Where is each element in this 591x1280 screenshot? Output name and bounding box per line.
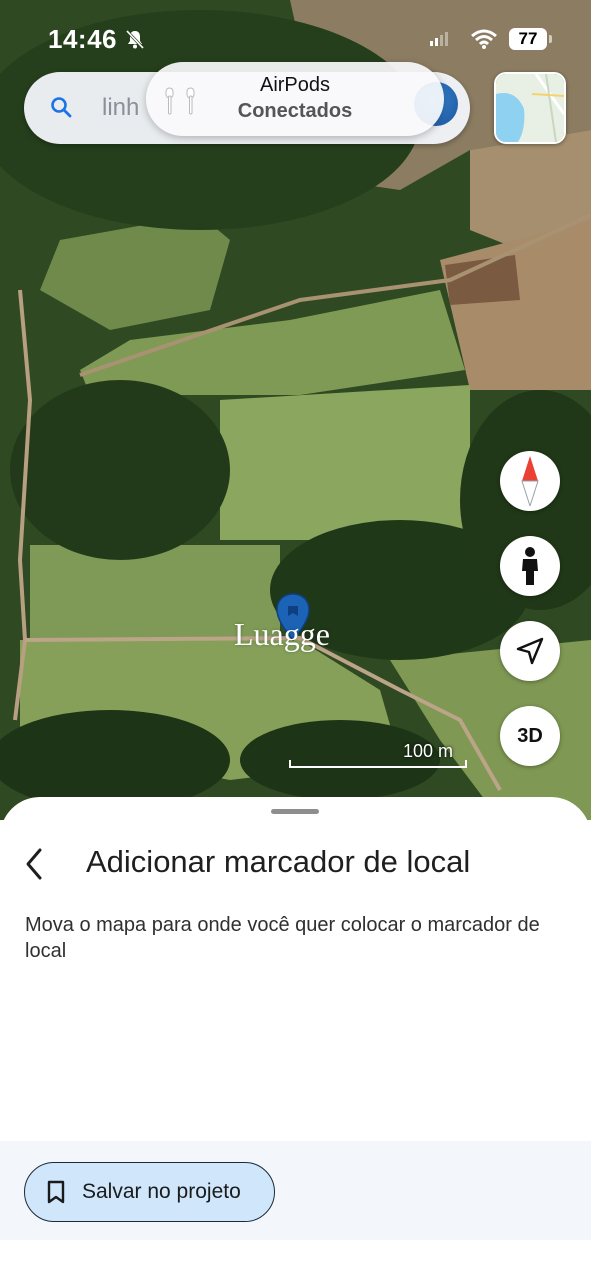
- status-time: 14:46: [48, 24, 117, 54]
- search-icon[interactable]: [50, 96, 72, 123]
- scale-bar: [289, 760, 467, 768]
- battery-tip: [549, 35, 552, 43]
- sheet-description: Mova o mapa para onde você quer colocar …: [25, 914, 540, 962]
- toggle-3d-button[interactable]: 3D: [500, 706, 560, 766]
- sheet-title: Adicionar marcador de local: [86, 844, 471, 879]
- map-layers-button[interactable]: [494, 72, 566, 144]
- my-location-button[interactable]: [500, 621, 560, 681]
- pegman-icon: [522, 547, 538, 585]
- bookmark-icon: [46, 1180, 66, 1209]
- scale-label: 100 m: [403, 741, 454, 761]
- back-button[interactable]: [22, 846, 62, 882]
- compass-icon: [521, 456, 539, 506]
- battery-indicator: 77: [509, 28, 547, 50]
- cellular-signal-icon: [430, 32, 450, 51]
- compass-button[interactable]: [500, 451, 560, 511]
- back-arrow-icon: [26, 848, 42, 880]
- status-bar: 14:46 77: [0, 22, 591, 58]
- watermark-text: Luagge: [234, 616, 330, 652]
- sheet-drag-handle[interactable]: [271, 809, 319, 814]
- wifi-icon: [470, 28, 498, 55]
- airpods-icon: [160, 86, 200, 121]
- save-to-project-label: Salvar no projeto: [82, 1180, 241, 1203]
- bell-muted-icon: [124, 28, 146, 55]
- navigation-arrow-icon: [516, 637, 544, 665]
- street-view-button[interactable]: [500, 536, 560, 596]
- search-input[interactable]: linh: [102, 94, 139, 122]
- map-type-thumbnail-icon: [496, 74, 564, 142]
